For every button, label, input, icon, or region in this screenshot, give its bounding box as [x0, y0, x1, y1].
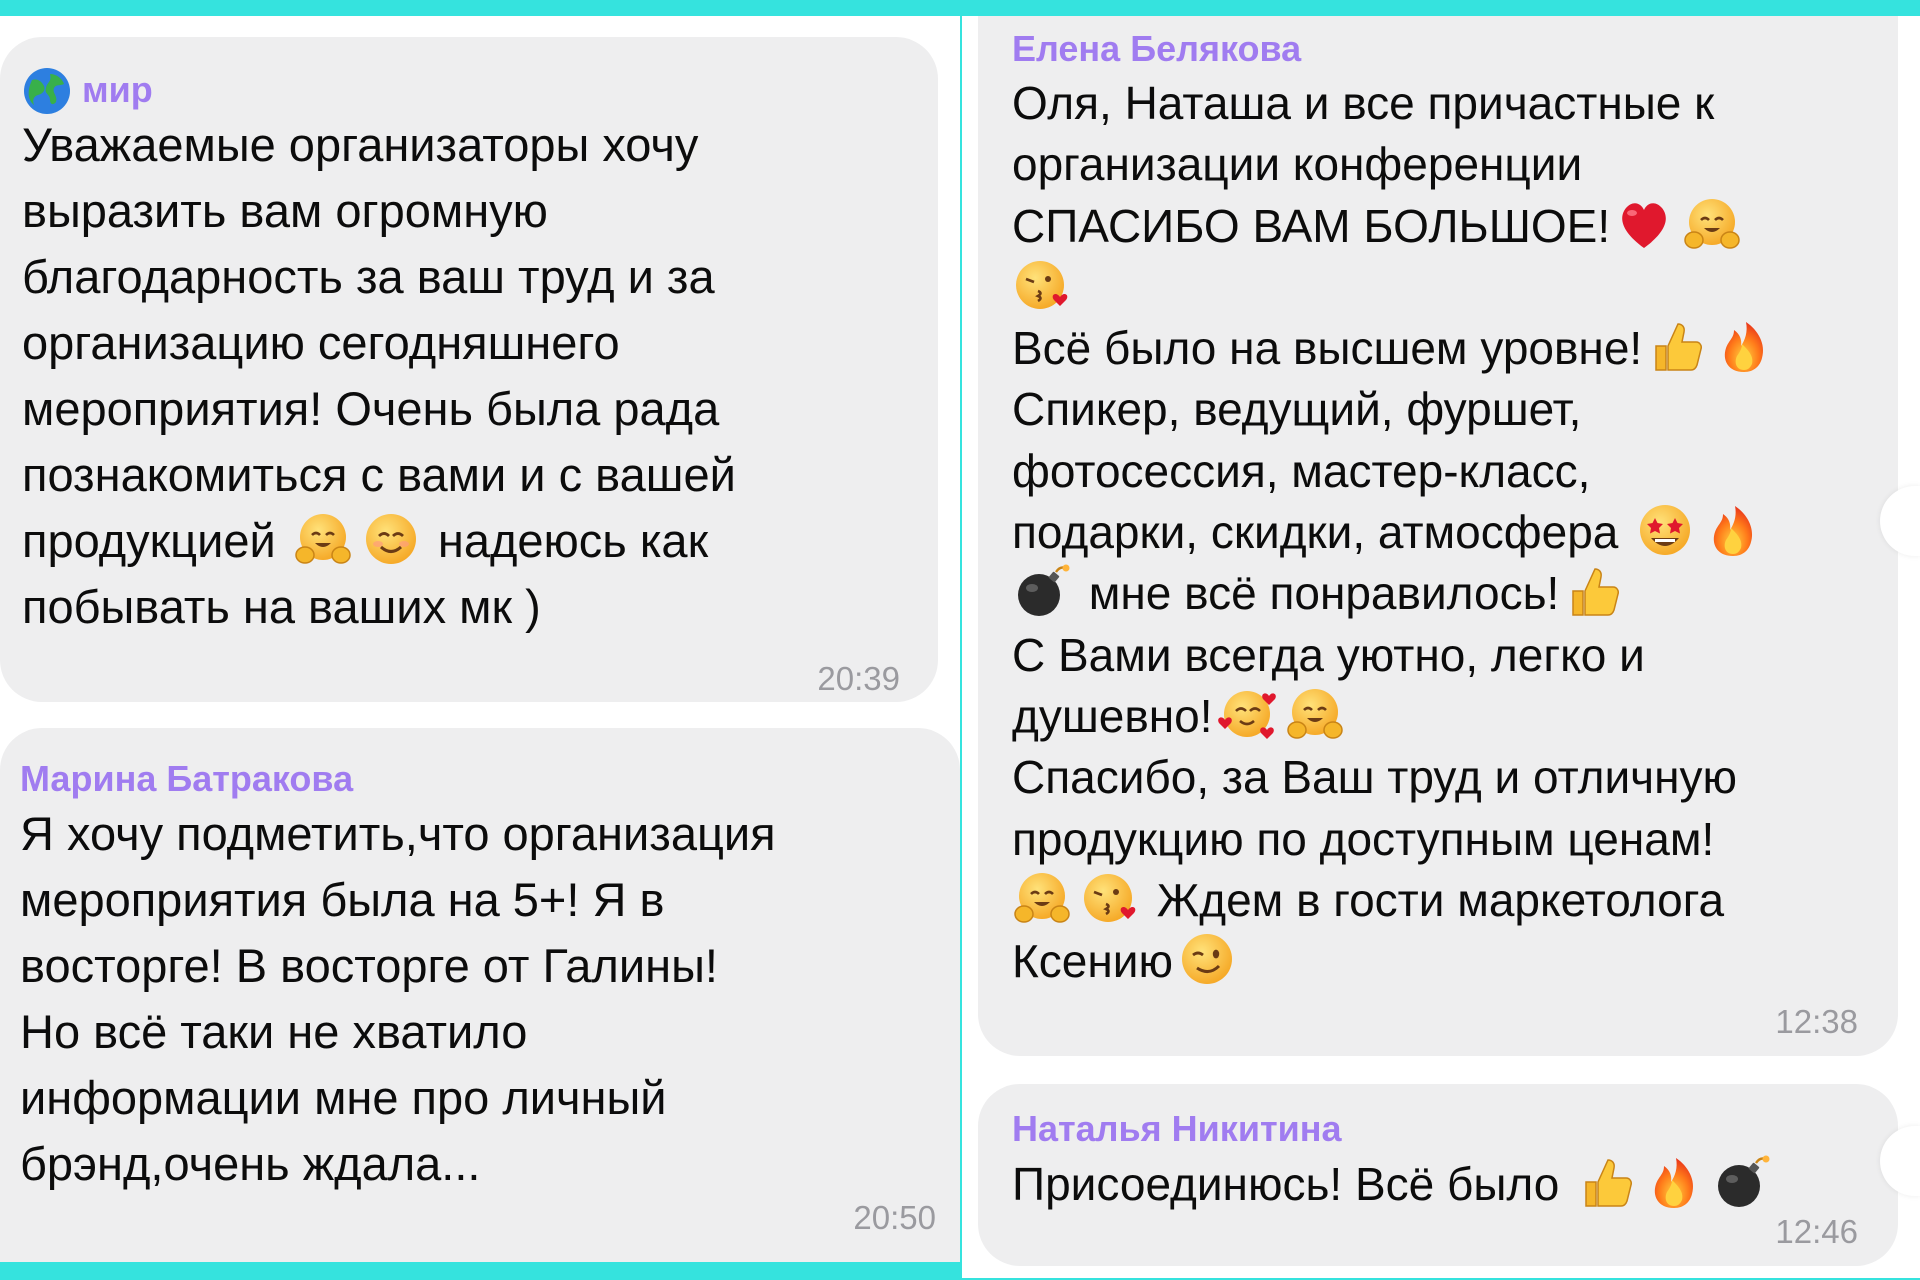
thumbs-up-emoji — [1563, 563, 1623, 619]
kiss-emoji — [1012, 257, 1072, 313]
fire-emoji — [1714, 318, 1774, 374]
message-text: Присоединюсь! Всё было — [1012, 1154, 1776, 1215]
chat-collage: мир Уважаемые организаторы хочу выразить… — [0, 0, 1920, 1280]
hug-emoji — [1285, 686, 1345, 742]
message-time: 12:38 — [1775, 1003, 1858, 1040]
message-text: Уважаемые организаторы хочу выразить вам… — [22, 118, 736, 633]
hug-emoji — [293, 511, 353, 567]
thumbs-up-emoji — [1576, 1154, 1636, 1210]
kiss-emoji — [1080, 870, 1140, 926]
sender-name[interactable]: Марина Батракова — [20, 758, 353, 800]
star-struck-emoji — [1635, 502, 1695, 558]
thumbs-up-emoji — [1646, 318, 1706, 374]
sender-name[interactable]: мир — [82, 69, 153, 111]
hug-emoji — [1012, 870, 1072, 926]
wink-emoji — [1177, 931, 1237, 987]
smiling-hearts-emoji — [1217, 686, 1277, 742]
chat-panel-left: мир Уважаемые организаторы хочу выразить… — [0, 16, 960, 1262]
message-text: Я хочу подметить,что организация меропри… — [20, 807, 776, 1190]
bomb-emoji — [1712, 1154, 1772, 1210]
message-bubble[interactable]: Елена Белякова Оля, Наташа и все причаст… — [978, 16, 1898, 1056]
chat-panel-right: Елена Белякова Оля, Наташа и все причаст… — [962, 16, 1920, 1278]
fire-emoji — [1644, 1154, 1704, 1210]
heart-emoji — [1614, 196, 1674, 252]
message-time: 20:39 — [817, 660, 900, 697]
message-text: Оля, Наташа и все причастные к организац… — [1012, 73, 1778, 992]
message-time: 20:50 — [853, 1199, 936, 1236]
hug-emoji — [1682, 196, 1742, 252]
smile-emoji — [361, 511, 421, 567]
message-bubble[interactable]: мир Уважаемые организаторы хочу выразить… — [0, 37, 938, 702]
message-bubble[interactable]: Марина Батракова Я хочу подметить,что ор… — [0, 728, 960, 1262]
message-bubble[interactable]: Наталья Никитина Присоединюсь! Всё было … — [978, 1084, 1898, 1266]
sender-name[interactable]: Елена Белякова — [1012, 28, 1301, 70]
message-time: 12:46 — [1775, 1213, 1858, 1250]
sender-name[interactable]: Наталья Никитина — [1012, 1108, 1341, 1150]
fire-emoji — [1703, 502, 1763, 558]
bomb-emoji — [1012, 563, 1072, 619]
globe-icon — [24, 68, 70, 114]
